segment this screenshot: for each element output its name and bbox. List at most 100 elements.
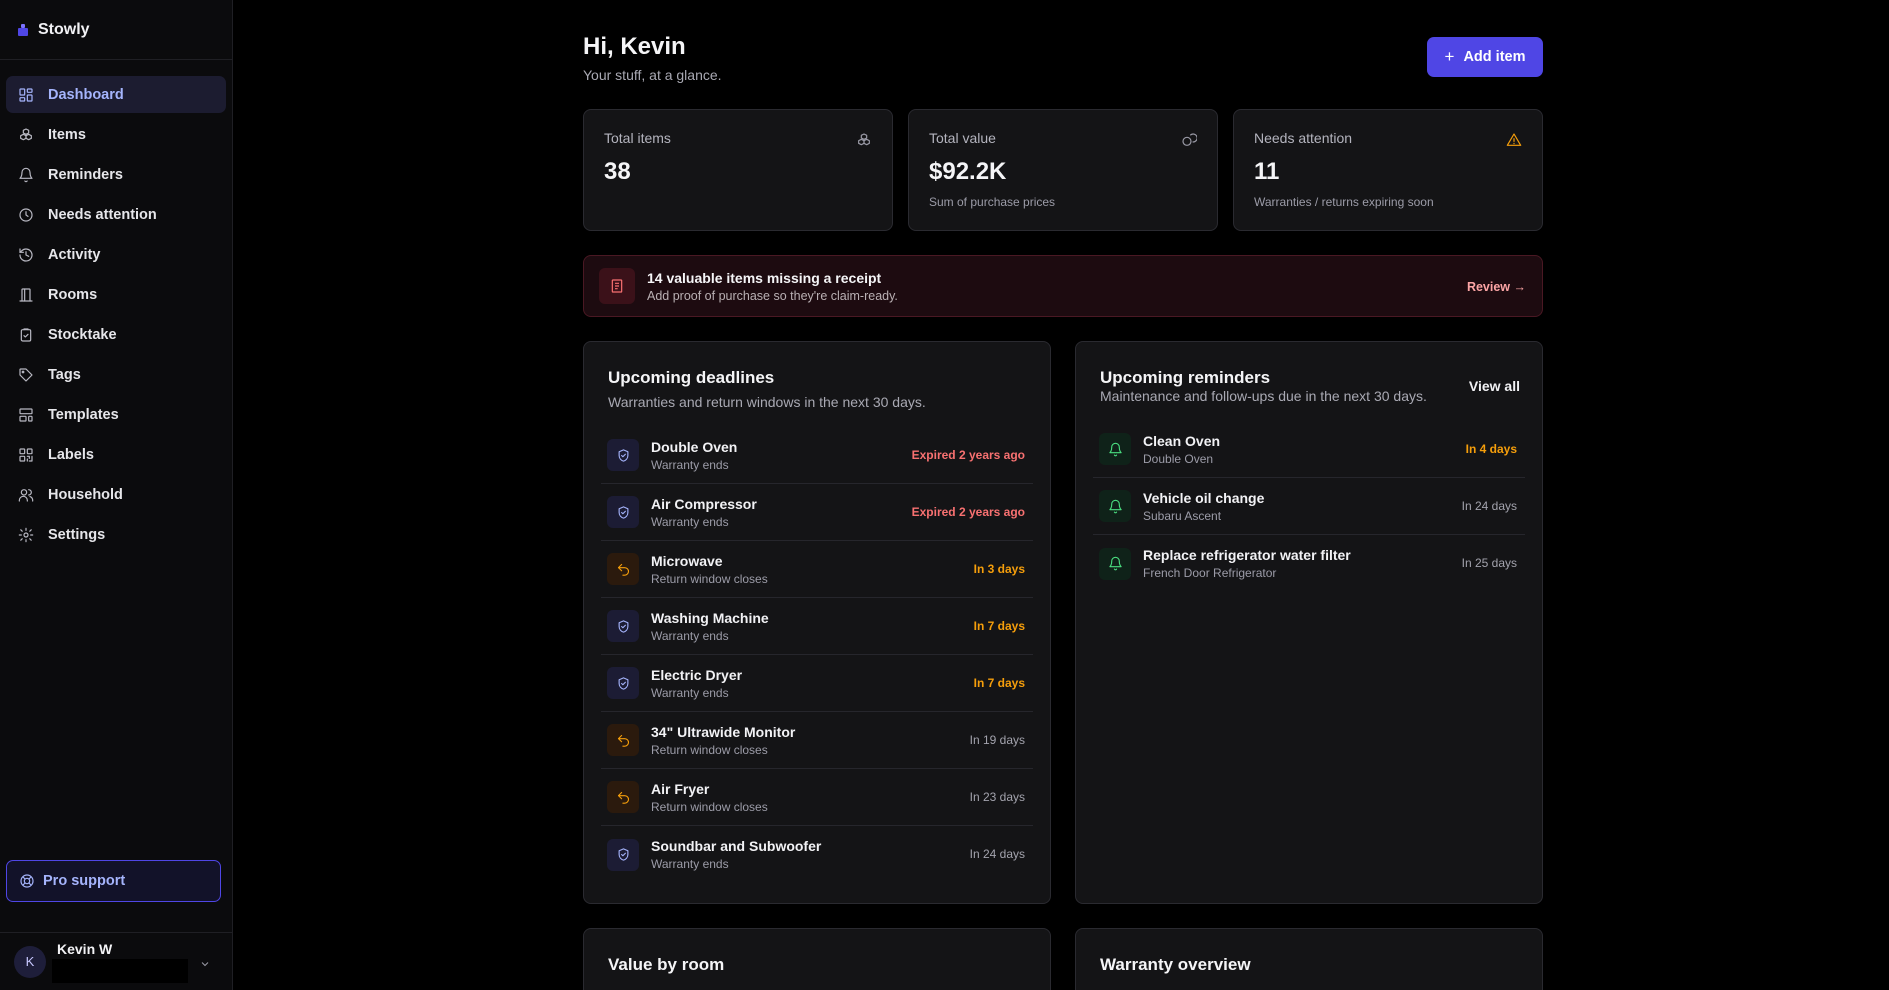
stat-value: $92.2K — [929, 158, 1007, 185]
reminder-name: Vehicle oil change — [1143, 489, 1265, 506]
undo-icon — [607, 781, 639, 813]
panel-title: Upcoming deadlines — [608, 368, 775, 387]
list-item[interactable]: 34" Ultrawide Monitor Return window close… — [601, 712, 1033, 769]
users-icon — [18, 487, 34, 503]
sidebar-item-activity[interactable]: Activity — [6, 236, 226, 273]
redacted-email — [52, 958, 188, 983]
reminder-subtitle: French Door Refrigerator — [1143, 566, 1277, 580]
upcoming-reminders-panel: Upcoming reminders Maintenance and follo… — [1075, 341, 1543, 904]
sidebar-item-needs-attention[interactable]: Needs attention — [6, 196, 226, 233]
bell-icon — [1099, 433, 1131, 465]
clock-icon — [18, 207, 34, 223]
missing-receipt-alert: 14 valuable items missing a receipt Add … — [583, 255, 1543, 317]
deadline-list: Double Oven Warranty ends Expired 2 years… — [601, 427, 1033, 883]
item-subtitle: Warranty ends — [651, 685, 729, 700]
reminder-list: Clean Oven Double Oven In 4 days Vehicle … — [1093, 421, 1525, 592]
sidebar-item-label: Needs attention — [48, 206, 157, 223]
list-item[interactable]: Air Fryer Return window closes In 23 days — [601, 769, 1033, 826]
list-item[interactable]: Replace refrigerator water filter French … — [1093, 535, 1525, 592]
stat-value: 11 — [1254, 158, 1280, 185]
chevron-down-icon[interactable] — [199, 957, 211, 975]
layout-template-icon — [18, 407, 34, 423]
sidebar-item-settings[interactable]: Settings — [6, 516, 226, 553]
list-item[interactable]: Electric Dryer Warranty ends In 7 days — [601, 655, 1033, 712]
sidebar-item-label: Settings — [48, 526, 106, 543]
status-text: In 7 days — [973, 676, 1025, 690]
sidebar-item-label: Rooms — [48, 286, 98, 303]
shield-icon — [607, 439, 639, 471]
clipboard-check-icon — [18, 327, 34, 343]
list-item[interactable]: Clean Oven Double Oven In 4 days — [1093, 421, 1525, 478]
sidebar-item-rooms[interactable]: Rooms — [6, 276, 226, 313]
panel-subtitle: Warranties and return windows in the nex… — [608, 394, 926, 410]
item-name: Electric Dryer — [651, 666, 743, 683]
list-item[interactable]: Microwave Return window closes In 3 days — [601, 541, 1033, 598]
list-item[interactable]: Double Oven Warranty ends Expired 2 years… — [601, 427, 1033, 484]
avatar: K — [14, 945, 46, 978]
add-item-button[interactable]: + Add item — [1427, 37, 1543, 77]
brand[interactable]: Stowly — [0, 0, 232, 60]
reminder-subtitle: Double Oven — [1143, 451, 1214, 466]
tag-icon — [18, 367, 34, 383]
status-text: Expired 2 years ago — [911, 505, 1025, 519]
review-link[interactable]: Review → — [1467, 280, 1526, 294]
value-by-room-panel: Value by room — [583, 928, 1051, 990]
boxes-icon — [856, 132, 872, 153]
sidebar-item-labels[interactable]: Labels — [6, 436, 226, 473]
status-text: In 25 days — [1461, 556, 1517, 570]
reminder-name: Clean Oven — [1143, 432, 1221, 449]
undo-icon — [607, 724, 639, 756]
stat-card-needs-attention: Needs attention 11 Warranties / returns … — [1233, 109, 1543, 231]
item-name: Microwave — [651, 552, 723, 569]
item-name: Soundbar and Subwoofer — [651, 838, 822, 854]
status-text: In 4 days — [1465, 442, 1517, 456]
list-item[interactable]: Washing Machine Warranty ends In 7 days — [601, 598, 1033, 655]
sidebar-item-label: Stocktake — [48, 326, 117, 343]
sidebar-item-label: Activity — [48, 246, 101, 263]
qr-code-icon — [18, 447, 34, 463]
item-name: Double Oven — [651, 438, 738, 455]
sidebar: Stowly Dashboard Items Reminders Needs a… — [0, 0, 233, 990]
sidebar-item-reminders[interactable]: Reminders — [6, 156, 226, 193]
pro-support-button[interactable]: Pro support — [6, 860, 221, 902]
door-icon — [18, 287, 34, 303]
sidebar-item-stocktake[interactable]: Stocktake — [6, 316, 226, 353]
reminder-name: Replace refrigerator water filter — [1143, 547, 1351, 563]
stat-card-total-items: Total items 38 — [583, 109, 893, 231]
list-item[interactable]: Air Compressor Warranty ends Expired 2 ye… — [601, 484, 1033, 541]
stat-subtitle: Warranties / returns expiring soon — [1254, 195, 1434, 209]
status-text: In 7 days — [973, 619, 1025, 633]
alert-title: 14 valuable items missing a receipt — [647, 269, 882, 286]
list-item[interactable]: Soundbar and Subwoofer Warranty ends In 2… — [601, 826, 1033, 883]
status-text: In 19 days — [969, 733, 1025, 747]
plus-icon: + — [1444, 47, 1455, 66]
panel-title: Upcoming reminders — [1100, 368, 1271, 387]
sidebar-item-household[interactable]: Household — [6, 476, 226, 513]
receipt-icon — [599, 268, 635, 304]
sidebar-item-dashboard[interactable]: Dashboard — [6, 76, 226, 113]
page-title: Hi, Kevin — [583, 33, 686, 60]
status-text: In 24 days — [969, 847, 1025, 861]
undo-icon — [607, 553, 639, 585]
sidebar-item-label: Household — [48, 486, 123, 503]
sidebar-item-items[interactable]: Items — [6, 116, 226, 153]
list-item[interactable]: Vehicle oil change Subaru Ascent In 24 da… — [1093, 478, 1525, 535]
sidebar-item-label: Reminders — [48, 166, 123, 183]
sidebar-item-label: Labels — [48, 446, 94, 463]
panel-title: Value by room — [608, 955, 725, 974]
reminder-subtitle: Subaru Ascent — [1143, 508, 1222, 523]
sidebar-item-templates[interactable]: Templates — [6, 396, 226, 433]
bell-icon — [1099, 490, 1131, 522]
item-subtitle: Return window closes — [651, 799, 768, 814]
view-all-link[interactable]: View all — [1469, 378, 1520, 394]
stat-value: 38 — [604, 158, 631, 185]
stat-label: Needs attention — [1254, 130, 1353, 146]
alert-subtitle: Add proof of purchase so they're claim-r… — [647, 288, 898, 303]
status-text: In 23 days — [969, 790, 1025, 804]
panel-title: Warranty overview — [1100, 955, 1251, 974]
item-name: 34" Ultrawide Monitor — [651, 723, 796, 740]
sidebar-item-tags[interactable]: Tags — [6, 356, 226, 393]
user-menu[interactable]: K Kevin W — [0, 932, 233, 990]
warranty-overview-panel: Warranty overview — [1075, 928, 1543, 990]
shield-icon — [607, 838, 639, 871]
